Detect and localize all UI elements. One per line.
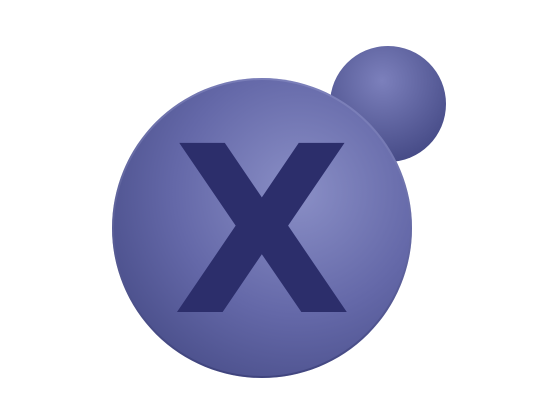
logo-canvas: X xyxy=(0,0,560,420)
x-logo-icon: X xyxy=(112,46,446,378)
logo-letter: X xyxy=(173,97,352,367)
